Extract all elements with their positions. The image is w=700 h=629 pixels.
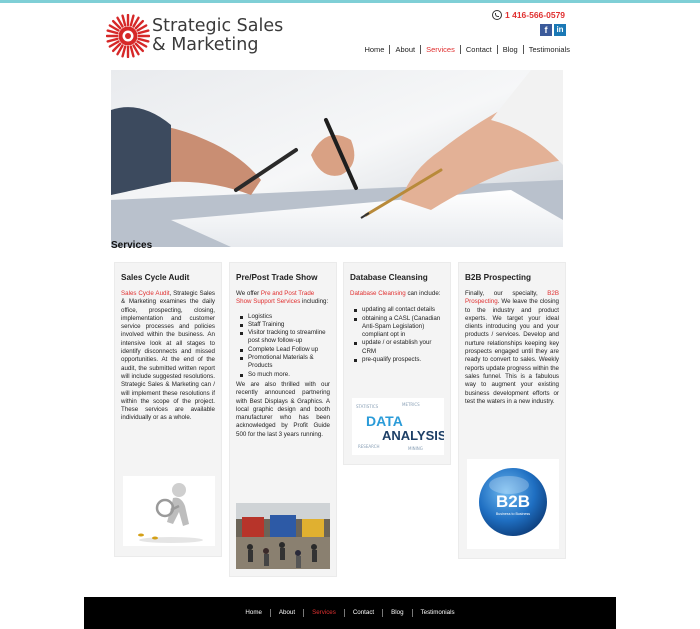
top-accent-bar <box>0 0 700 3</box>
list-item: So much more. <box>240 371 330 379</box>
nav-home[interactable]: Home <box>359 45 391 54</box>
b2b-badge-image: B2B Business to Business <box>467 459 559 549</box>
nav-blog[interactable]: Blog <box>498 45 524 54</box>
wordcloud-icon: STATISTICS METRICS RESEARCH MINING DATA AN… <box>356 402 447 451</box>
card-text: Database Cleansing can include: <box>350 290 441 297</box>
service-card-sales-cycle-audit: Sales Cycle Audit Sales Cycle Audit, Str… <box>114 262 222 557</box>
hero-illustration <box>111 70 563 247</box>
logo-ray <box>137 37 150 43</box>
service-card-b2b-prospecting: B2B Prospecting Finally, our specialty, … <box>458 262 566 559</box>
b2b-badge-icon: B2B Business to Business <box>479 468 547 536</box>
sales-cycle-audit-link[interactable]: Sales Cycle Audit <box>121 290 170 297</box>
footer-link-blog[interactable]: Blog <box>383 609 413 617</box>
phone-number: 1 416-566-0579 <box>505 10 566 20</box>
list-item: Complete Lead Follow up <box>240 346 330 354</box>
list-item: update / or establish your CRM <box>354 339 444 356</box>
nav-contact[interactable]: Contact <box>461 45 498 54</box>
wordcloud-word-analysis: ANALYSIS <box>382 428 444 443</box>
footer-link-testimonials[interactable]: Testimonials <box>413 609 463 617</box>
card-text: Sales Cycle Audit, Strategic Sales & Mar… <box>121 290 215 422</box>
facebook-icon[interactable]: f <box>540 24 552 36</box>
svg-text:STATISTICS: STATISTICS <box>356 404 379 409</box>
list-item: updating all contact details <box>354 306 444 314</box>
list-item: Visitor tracking to streamline post show… <box>240 329 330 346</box>
footer-link-home[interactable]: Home <box>237 609 271 617</box>
main-navigation: Home About Services Contact Blog Testimo… <box>359 45 570 54</box>
svg-text:RESEARCH: RESEARCH <box>358 444 380 449</box>
svg-text:METRICS: METRICS <box>402 402 420 407</box>
list-item: pre-qualify prospects. <box>354 356 444 364</box>
nav-about[interactable]: About <box>390 45 422 54</box>
footer: Home About Services Contact Blog Testimo… <box>84 597 616 629</box>
service-card-trade-show: Pre/Post Trade Show We offer Pre and Pos… <box>229 262 337 577</box>
card-text: Finally, our specialty, B2B Prospecting.… <box>465 290 559 405</box>
logo-ray <box>106 37 119 43</box>
nav-testimonials[interactable]: Testimonials <box>524 45 570 54</box>
trade-show-photo-icon <box>236 503 330 569</box>
logo-ray <box>129 14 135 27</box>
service-card-database-cleansing: Database Cleansing Database Cleansing ca… <box>343 262 451 465</box>
logo-ray <box>129 45 135 58</box>
footer-link-services[interactable]: Services <box>304 609 345 617</box>
bullet-list: updating all contact details obtaining a… <box>354 306 444 364</box>
b2b-badge-text: B2B <box>496 492 530 511</box>
card-text: We are also thrilled with our recently a… <box>236 380 330 438</box>
trade-show-hall-image <box>236 503 330 569</box>
magnifier-figure-image <box>123 476 215 546</box>
svg-text:MINING: MINING <box>408 446 423 451</box>
list-item: obtaining a CASL (Canadian Anti-Spam Leg… <box>354 315 444 340</box>
logo-ray <box>106 29 119 35</box>
card-title: Sales Cycle Audit <box>121 273 190 282</box>
logo-ray <box>121 45 127 58</box>
card-title: Database Cleansing <box>350 273 428 282</box>
list-item: Promotional Materials & Products <box>240 354 330 371</box>
company-logo[interactable]: Strategic Sales & Marketing <box>106 14 296 60</box>
logo-ray <box>137 29 150 35</box>
list-item: Staff Training <box>240 321 330 329</box>
card-text: We offer Pre and Post Trade Show Support… <box>236 290 329 306</box>
sunburst-logo-icon <box>106 14 150 58</box>
logo-ray <box>121 14 127 27</box>
wordcloud-word-data: DATA <box>366 413 403 429</box>
list-item: Logistics <box>240 313 330 321</box>
phone-icon <box>492 10 502 20</box>
page-title: Services <box>111 240 153 251</box>
linkedin-icon[interactable]: in <box>554 24 566 36</box>
bullet-list: Logistics Staff Training Visitor trackin… <box>240 313 330 379</box>
social-links: f in <box>540 24 566 36</box>
card-title: B2B Prospecting <box>465 273 531 282</box>
magnifier-figure-icon <box>138 483 203 543</box>
phone-contact[interactable]: 1 416-566-0579 <box>492 10 565 20</box>
nav-services[interactable]: Services <box>421 45 461 54</box>
data-analysis-wordcloud-image: STATISTICS METRICS RESEARCH MINING DATA AN… <box>352 398 447 455</box>
card-title: Pre/Post Trade Show <box>236 273 318 282</box>
footer-navigation: Home About Services Contact Blog Testimo… <box>84 609 616 617</box>
company-name: Strategic Sales & Marketing <box>152 16 284 55</box>
hero-image <box>111 70 563 247</box>
b2b-badge-caption: Business to Business <box>496 512 530 516</box>
database-cleansing-link[interactable]: Database Cleansing <box>350 290 406 297</box>
footer-link-about[interactable]: About <box>271 609 305 617</box>
footer-link-contact[interactable]: Contact <box>345 609 384 617</box>
